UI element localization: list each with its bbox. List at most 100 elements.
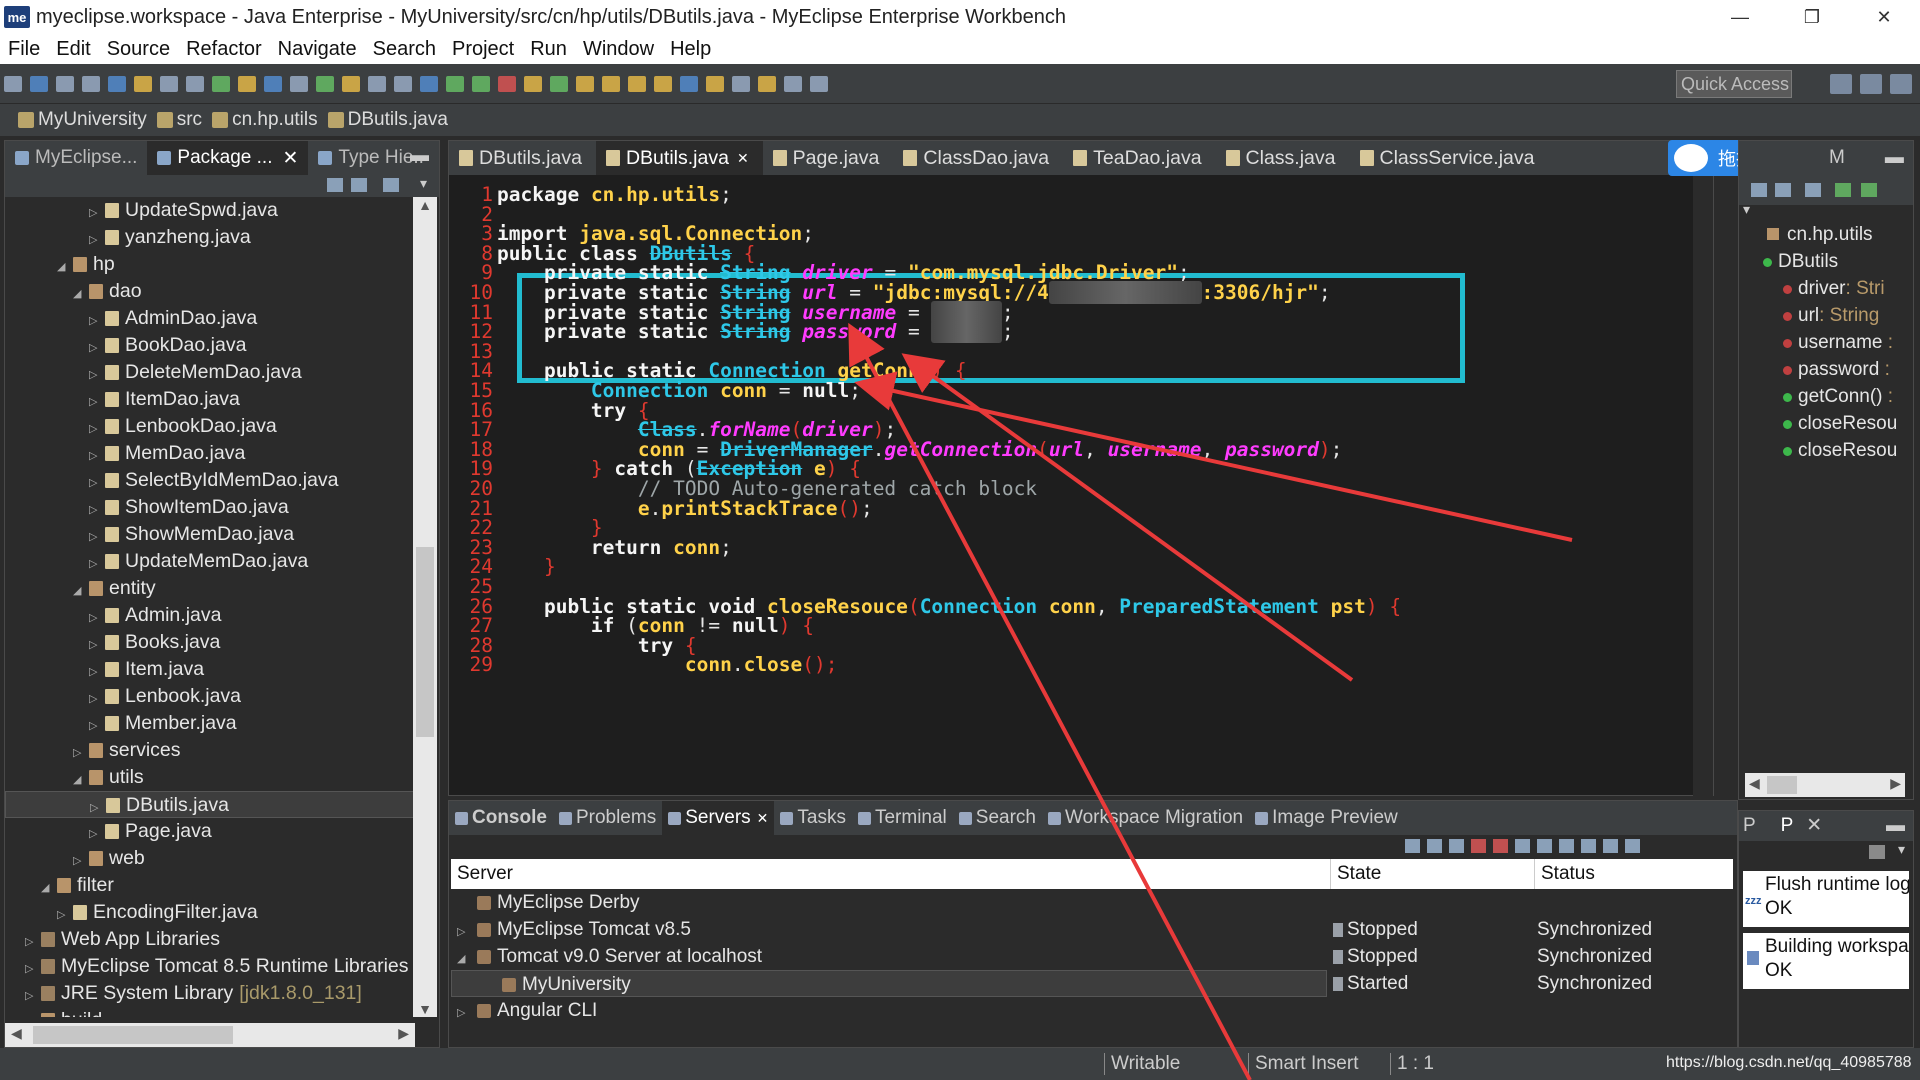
menu-item-edit[interactable]: Edit	[48, 38, 98, 61]
toolbar-icon-27[interactable]	[680, 75, 698, 92]
outline-package[interactable]: cn.hp.utils	[1739, 221, 1915, 248]
toolbar-icon-4[interactable]	[82, 75, 100, 92]
outline-member[interactable]: driver: Stri	[1739, 275, 1915, 302]
tree-item[interactable]: ▷ Page.java	[5, 818, 415, 845]
scroll-thumb[interactable]	[33, 1026, 233, 1044]
tree-item[interactable]: ▷ ShowMemDao.java	[5, 521, 415, 548]
tree-item[interactable]: ▷ Lenbook.java	[5, 683, 415, 710]
view-menu-icon[interactable]: ▾	[1898, 841, 1905, 858]
tab-terminal[interactable]: Terminal	[852, 801, 953, 835]
column-header-server[interactable]: Server	[451, 859, 1331, 889]
expanded-arrow-icon[interactable]: ◢	[73, 281, 87, 308]
tree-item[interactable]: ▷ Web App Libraries	[5, 926, 415, 953]
toolbar-icon-15[interactable]	[368, 75, 386, 92]
toolbar-icon-32[interactable]	[810, 75, 828, 92]
link-editor-icon[interactable]	[351, 178, 367, 192]
toolbar-icon-11[interactable]	[264, 75, 282, 92]
editor-tab[interactable]: ClassService.java	[1350, 141, 1549, 175]
tree-item[interactable]: ▷ LenbookDao.java	[5, 413, 415, 440]
toolbar-icon-30[interactable]	[758, 75, 776, 92]
server-action-icon-6[interactable]	[1515, 839, 1530, 853]
hide-nonpublic-icon[interactable]	[1835, 183, 1851, 197]
tab-tasks[interactable]: Tasks	[774, 801, 852, 835]
collapsed-arrow-icon[interactable]: ▷	[89, 416, 103, 443]
tree-item[interactable]: ▷ MemDao.java	[5, 440, 415, 467]
tree-item[interactable]: ▷ EncodingFilter.java	[5, 899, 415, 926]
server-action-icon-10[interactable]	[1603, 839, 1618, 853]
server-action-icon-7[interactable]	[1537, 839, 1552, 853]
toolbar-icon-6[interactable]	[134, 75, 152, 92]
tab-progress[interactable]: P	[1781, 815, 1793, 836]
editor-tab[interactable]: DButils.java	[449, 141, 596, 175]
collapsed-arrow-icon[interactable]: ▷	[57, 902, 71, 929]
toolbar-icon-16[interactable]	[394, 75, 412, 92]
toolbar-icon-8[interactable]	[186, 75, 204, 92]
collapsed-arrow-icon[interactable]: ▷	[89, 713, 103, 740]
breadcrumb-project[interactable]: MyUniversity	[38, 109, 147, 131]
server-action-icon-8[interactable]	[1559, 839, 1574, 853]
code-area[interactable]: 1 package cn.hp.utils; 2 3 import java.sql.C…	[449, 175, 1715, 797]
tree-item[interactable]: ▷ UpdateSpwd.java	[5, 197, 415, 224]
expanded-arrow-icon[interactable]: ◢	[73, 578, 87, 605]
tab-myeclipse-explorer[interactable]: MyEclipse...	[5, 141, 147, 175]
tree-item[interactable]: ▷ ItemDao.java	[5, 386, 415, 413]
hide-fields-icon[interactable]	[1775, 183, 1791, 197]
toolbar-icon-26[interactable]	[654, 75, 672, 92]
scroll-right-icon[interactable]: ▶	[398, 1025, 409, 1042]
server-row[interactable]: ▷ Angular CLI	[451, 997, 1733, 1024]
tree-item[interactable]: ▷ DeleteMemDao.java	[5, 359, 415, 386]
toolbar-icon-24[interactable]	[602, 75, 620, 92]
close-tab-icon[interactable]: ✕	[757, 810, 769, 827]
toolbar-icon-20[interactable]	[498, 75, 516, 92]
tree-item[interactable]: ▷ ShowItemDao.java	[5, 494, 415, 521]
breadcrumb-package[interactable]: cn.hp.utils	[232, 109, 318, 131]
menu-item-run[interactable]: Run	[522, 38, 575, 61]
collapsed-arrow-icon[interactable]: ▷	[89, 200, 103, 227]
scroll-up-icon[interactable]: ▲	[413, 197, 437, 213]
remove-all-icon[interactable]	[1869, 845, 1885, 859]
scroll-left-icon[interactable]: ◀	[11, 1025, 22, 1042]
menu-item-search[interactable]: Search	[365, 38, 444, 61]
tree-vertical-scrollbar[interactable]: ▲ ▼	[413, 197, 437, 1017]
collapsed-arrow-icon[interactable]: ▷	[25, 1010, 39, 1017]
toolbar-icon-19[interactable]	[472, 75, 490, 92]
toolbar-icon-21[interactable]	[524, 75, 542, 92]
server-action-icon-3[interactable]	[1449, 839, 1464, 853]
focus-icon[interactable]	[383, 178, 399, 192]
tab-problems[interactable]: Problems	[553, 801, 662, 835]
scroll-thumb[interactable]	[1767, 776, 1797, 794]
expanded-arrow-icon[interactable]: ◢	[41, 875, 55, 902]
toolbar-icon-14[interactable]	[342, 75, 360, 92]
menu-item-navigate[interactable]: Navigate	[270, 38, 365, 61]
minimize-view-icon[interactable]: ▬	[410, 145, 429, 167]
collapsed-arrow-icon[interactable]: ▷	[89, 524, 103, 551]
tree-item[interactable]: ◢ hp	[5, 251, 415, 278]
tree-item[interactable]: ▷ BookDao.java	[5, 332, 415, 359]
toolbar-icon-9[interactable]	[212, 75, 230, 92]
toolbar-icon-22[interactable]	[550, 75, 568, 92]
tab-image-preview[interactable]: Image Preview	[1249, 801, 1404, 835]
tree-item[interactable]: ◢ utils	[5, 764, 415, 791]
server-row[interactable]: ◢ Tomcat v9.0 Server at localhost Stopped S…	[451, 943, 1733, 970]
server-row[interactable]: MyUniversity Started Synchronized	[451, 970, 1733, 997]
sort-icon[interactable]	[1751, 183, 1767, 197]
collapsed-arrow-icon[interactable]: ▷	[89, 227, 103, 254]
toolbar-icon-7[interactable]	[160, 75, 178, 92]
minimize-view-icon[interactable]: ▬	[1885, 147, 1904, 168]
editor-tab[interactable]: ClassDao.java	[893, 141, 1063, 175]
tree-item[interactable]: ▷ build	[5, 1007, 415, 1017]
menu-item-source[interactable]: Source	[99, 38, 178, 61]
expanded-arrow-icon[interactable]: ◢	[57, 254, 71, 281]
scroll-left-icon[interactable]: ◀	[1749, 775, 1760, 792]
hide-local-types-icon[interactable]	[1861, 183, 1877, 197]
toolbar-icon-25[interactable]	[628, 75, 646, 92]
toolbar-icon-1[interactable]	[4, 75, 22, 92]
server-action-icon-1[interactable]	[1405, 839, 1420, 853]
server-action-icon-9[interactable]	[1581, 839, 1596, 853]
tree-item[interactable]: ▷ Books.java	[5, 629, 415, 656]
server-action-icon-11[interactable]	[1625, 839, 1640, 853]
collapsed-arrow-icon[interactable]: ▷	[89, 551, 103, 578]
toolbar-icon-31[interactable]	[784, 75, 802, 92]
open-perspective-icon[interactable]	[1830, 74, 1852, 94]
collapsed-arrow-icon[interactable]: ▷	[89, 443, 103, 470]
